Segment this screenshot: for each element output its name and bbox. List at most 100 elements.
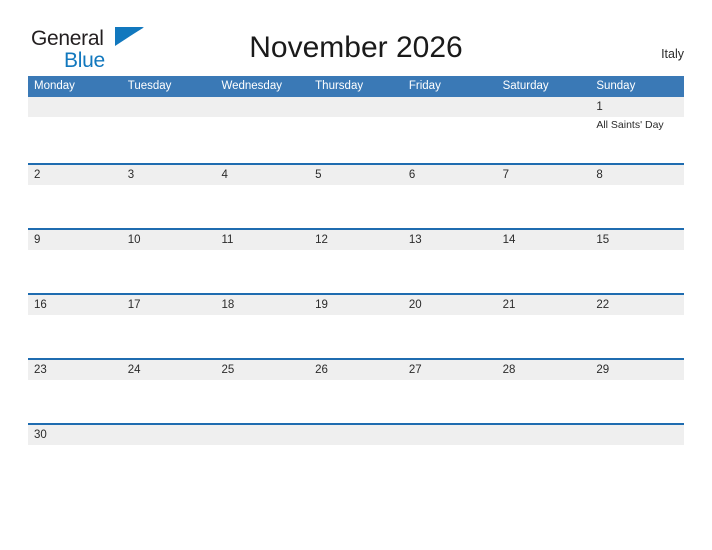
day-events — [215, 250, 309, 293]
day-number[interactable]: 16 — [28, 295, 122, 315]
day-number[interactable]: 11 — [215, 230, 309, 250]
weekday-header-thursday: Thursday — [315, 80, 364, 92]
day-number[interactable]: 27 — [403, 360, 497, 380]
page-header: General Blue November 2026 Italy — [0, 0, 712, 76]
day-number[interactable]: 29 — [590, 360, 684, 380]
day-number[interactable]: 15 — [590, 230, 684, 250]
day-events — [28, 117, 122, 160]
day-events — [590, 315, 684, 358]
day-events — [215, 117, 309, 160]
day-empty — [497, 97, 591, 117]
day-events — [122, 250, 216, 293]
date-number-strip: 16 17 18 19 20 21 22 — [28, 295, 684, 315]
day-events — [590, 380, 684, 423]
calendar-weeks: 1 All Saints' Day 2 3 4 5 6 7 8 9 10 11 12 13 14 15 16 17… — [28, 97, 684, 445]
calendar-page: General Blue November 2026 Italy Monday T… — [0, 0, 712, 550]
day-number[interactable]: 28 — [497, 360, 591, 380]
day-events — [497, 185, 591, 228]
day-number[interactable]: 17 — [122, 295, 216, 315]
day-number[interactable]: 14 — [497, 230, 591, 250]
page-title: November 2026 — [249, 31, 463, 64]
day-events — [309, 117, 403, 160]
day-number[interactable]: 21 — [497, 295, 591, 315]
day-empty — [497, 425, 591, 445]
day-events — [403, 117, 497, 160]
day-number[interactable]: 1 — [590, 97, 684, 117]
day-number[interactable]: 18 — [215, 295, 309, 315]
day-events — [590, 185, 684, 228]
day-events — [497, 117, 591, 160]
weekday-header-tuesday: Tuesday — [127, 80, 172, 92]
event-strip: All Saints' Day — [28, 117, 684, 160]
event-strip — [28, 185, 684, 228]
day-number[interactable]: 2 — [28, 165, 122, 185]
day-number[interactable]: 7 — [497, 165, 591, 185]
date-number-strip: 9 10 11 12 13 14 15 — [28, 230, 684, 250]
day-number[interactable]: 23 — [28, 360, 122, 380]
day-events — [309, 380, 403, 423]
day-events — [403, 315, 497, 358]
day-empty — [403, 97, 497, 117]
day-number[interactable]: 8 — [590, 165, 684, 185]
day-number[interactable]: 13 — [403, 230, 497, 250]
day-number[interactable]: 30 — [28, 425, 122, 445]
calendar-week-row: 30 — [28, 423, 684, 445]
day-events — [590, 250, 684, 293]
day-events — [28, 315, 122, 358]
day-events — [28, 380, 122, 423]
day-events — [309, 185, 403, 228]
country-label: Italy — [661, 47, 684, 61]
day-events — [215, 380, 309, 423]
day-events — [403, 185, 497, 228]
calendar-week-row: 2345678 — [28, 163, 684, 228]
event-strip — [28, 250, 684, 293]
weekday-header-monday: Monday — [34, 80, 75, 92]
calendar-week-row: 23 24 25 26 27 28 29 — [28, 358, 684, 423]
day-events — [122, 380, 216, 423]
day-events — [215, 185, 309, 228]
day-events — [309, 315, 403, 358]
day-events — [497, 250, 591, 293]
date-number-strip: 30 — [28, 425, 684, 445]
day-events — [497, 315, 591, 358]
event-strip — [28, 315, 684, 358]
day-empty — [215, 97, 309, 117]
day-number[interactable]: 19 — [309, 295, 403, 315]
day-number[interactable]: 26 — [309, 360, 403, 380]
calendar-grid: Monday Tuesday Wednesday Thursday Friday Satu… — [28, 76, 684, 445]
calendar-week-row: 9 10 11 12 13 14 15 — [28, 228, 684, 293]
weekday-header-wednesday: Wednesday — [221, 80, 282, 92]
day-events: All Saints' Day — [590, 117, 684, 160]
weekday-header-sunday: Sunday — [596, 80, 636, 92]
day-number[interactable]: 24 — [122, 360, 216, 380]
day-events — [403, 250, 497, 293]
day-empty — [28, 97, 122, 117]
day-number[interactable]: 5 — [309, 165, 403, 185]
day-number[interactable]: 6 — [403, 165, 497, 185]
day-number[interactable]: 22 — [590, 295, 684, 315]
day-events — [122, 315, 216, 358]
day-events — [28, 185, 122, 228]
day-number[interactable]: 12 — [309, 230, 403, 250]
day-empty — [309, 425, 403, 445]
calendar-week-row: 16 17 18 19 20 21 22 — [28, 293, 684, 358]
calendar-week-row: 1 All Saints' Day — [28, 97, 684, 163]
day-empty — [309, 97, 403, 117]
day-events — [497, 380, 591, 423]
day-number[interactable]: 3 — [122, 165, 216, 185]
day-empty — [590, 425, 684, 445]
weekday-header-friday: Friday — [408, 80, 441, 92]
weekday-header-row: Monday Tuesday Wednesday Thursday Friday Satu… — [28, 76, 684, 97]
day-number[interactable]: 4 — [215, 165, 309, 185]
day-number[interactable]: 25 — [215, 360, 309, 380]
weekday-header-saturday: Saturday — [502, 80, 549, 92]
day-events — [122, 117, 216, 160]
day-number[interactable]: 20 — [403, 295, 497, 315]
day-empty — [215, 425, 309, 445]
day-events — [309, 250, 403, 293]
day-events — [122, 185, 216, 228]
day-number[interactable]: 10 — [122, 230, 216, 250]
day-events — [403, 380, 497, 423]
day-number[interactable]: 9 — [28, 230, 122, 250]
date-number-strip: 1 — [28, 97, 684, 117]
